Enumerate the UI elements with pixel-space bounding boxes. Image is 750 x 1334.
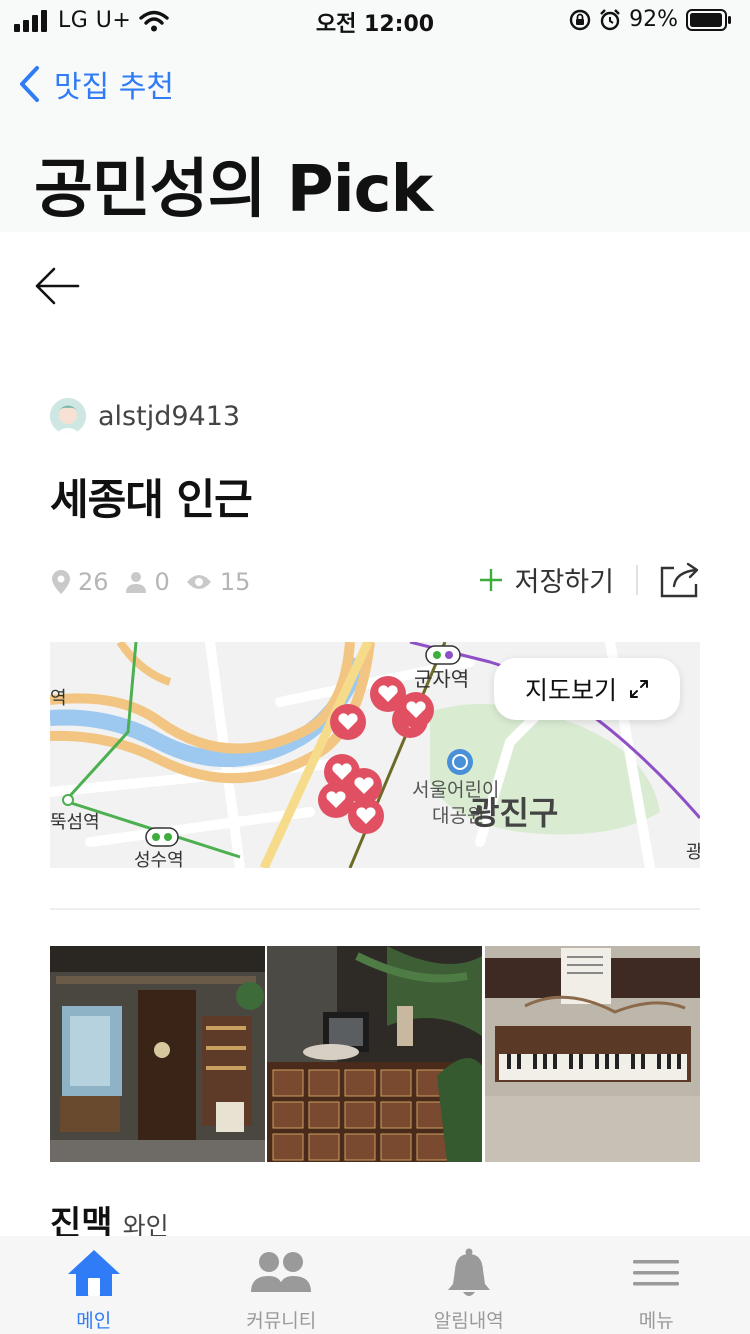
- battery-percent: 92%: [629, 7, 678, 32]
- followers-count: 0: [154, 568, 170, 596]
- tab-main[interactable]: 메인: [0, 1236, 188, 1334]
- tab-menu[interactable]: 메뉴: [563, 1236, 750, 1334]
- people-icon: [251, 1252, 312, 1292]
- status-bar: LG U+ 오전 12:00 92%: [0, 0, 750, 40]
- alarm-icon: [600, 8, 620, 30]
- map-label-district: 광진구: [470, 794, 558, 832]
- map-label-station2: 성수역: [134, 850, 184, 868]
- status-right: 92%: [569, 7, 732, 32]
- list-title: 세종대 인근: [50, 475, 253, 524]
- section-divider: [50, 908, 700, 910]
- views-count: 15: [219, 568, 251, 596]
- places-count: 26: [78, 568, 109, 596]
- actions: 저장하기: [479, 560, 700, 599]
- map-label-edge-left: 역: [50, 688, 67, 709]
- home-icon: [67, 1250, 120, 1296]
- map-label-station1: 군자역: [414, 667, 469, 691]
- avatar: [50, 398, 86, 434]
- map-label-station3: 뚝섬역: [50, 812, 100, 833]
- battery-icon: [686, 8, 731, 31]
- back-button[interactable]: 맛집 추천: [18, 62, 174, 106]
- tab-notifications-label: 알림내역: [433, 1310, 504, 1332]
- save-button[interactable]: 저장하기: [479, 560, 614, 599]
- location-pin-icon: [52, 570, 70, 594]
- save-label: 저장하기: [514, 567, 614, 598]
- bell-icon: [447, 1248, 490, 1296]
- nav-header: 맛집 추천 공민성의 Pick: [0, 40, 750, 232]
- tab-community[interactable]: 커뮤니티: [188, 1236, 376, 1334]
- place-photos: [50, 946, 700, 1162]
- actions-divider: [636, 564, 638, 595]
- tab-bar: 메인 커뮤니티 알림내역 메뉴: [0, 1236, 750, 1334]
- tab-notifications[interactable]: 알림내역: [375, 1236, 563, 1334]
- stat-places: 26: [52, 568, 109, 596]
- expand-icon: [630, 680, 648, 698]
- back-label: 맛집 추천: [54, 70, 174, 105]
- eye-icon: [186, 575, 211, 589]
- tab-menu-label: 메뉴: [638, 1310, 674, 1332]
- page-title: 공민성의 Pick: [34, 153, 433, 227]
- map-view-button[interactable]: 지도보기: [494, 658, 680, 720]
- stat-views: 15: [186, 568, 251, 596]
- tab-community-label: 커뮤니티: [246, 1310, 317, 1332]
- photo-interior[interactable]: [267, 946, 483, 1162]
- tab-main-label: 메인: [76, 1310, 112, 1332]
- person-icon: [125, 572, 146, 593]
- author-name: alstjd9413: [98, 400, 241, 432]
- stats: 26 0 15: [52, 568, 250, 596]
- rotation-lock-icon: [569, 9, 591, 30]
- plus-icon: [479, 568, 502, 591]
- photo-storefront[interactable]: [50, 946, 265, 1162]
- stat-followers: 0: [125, 568, 170, 596]
- menu-icon: [633, 1260, 680, 1286]
- photo-piano[interactable]: [484, 946, 700, 1162]
- arrow-left-icon[interactable]: [34, 266, 80, 306]
- chevron-left-icon: [20, 66, 39, 102]
- share-icon[interactable]: [660, 562, 700, 598]
- map-label-edge-right: 광: [686, 842, 700, 863]
- map-view-label: 지도보기: [524, 676, 617, 705]
- map-preview[interactable]: 군자역 성수역 뚝섬역 역 서울어린이 대공원 광진구 광 지도보기: [50, 642, 700, 868]
- author[interactable]: alstjd9413: [50, 398, 240, 434]
